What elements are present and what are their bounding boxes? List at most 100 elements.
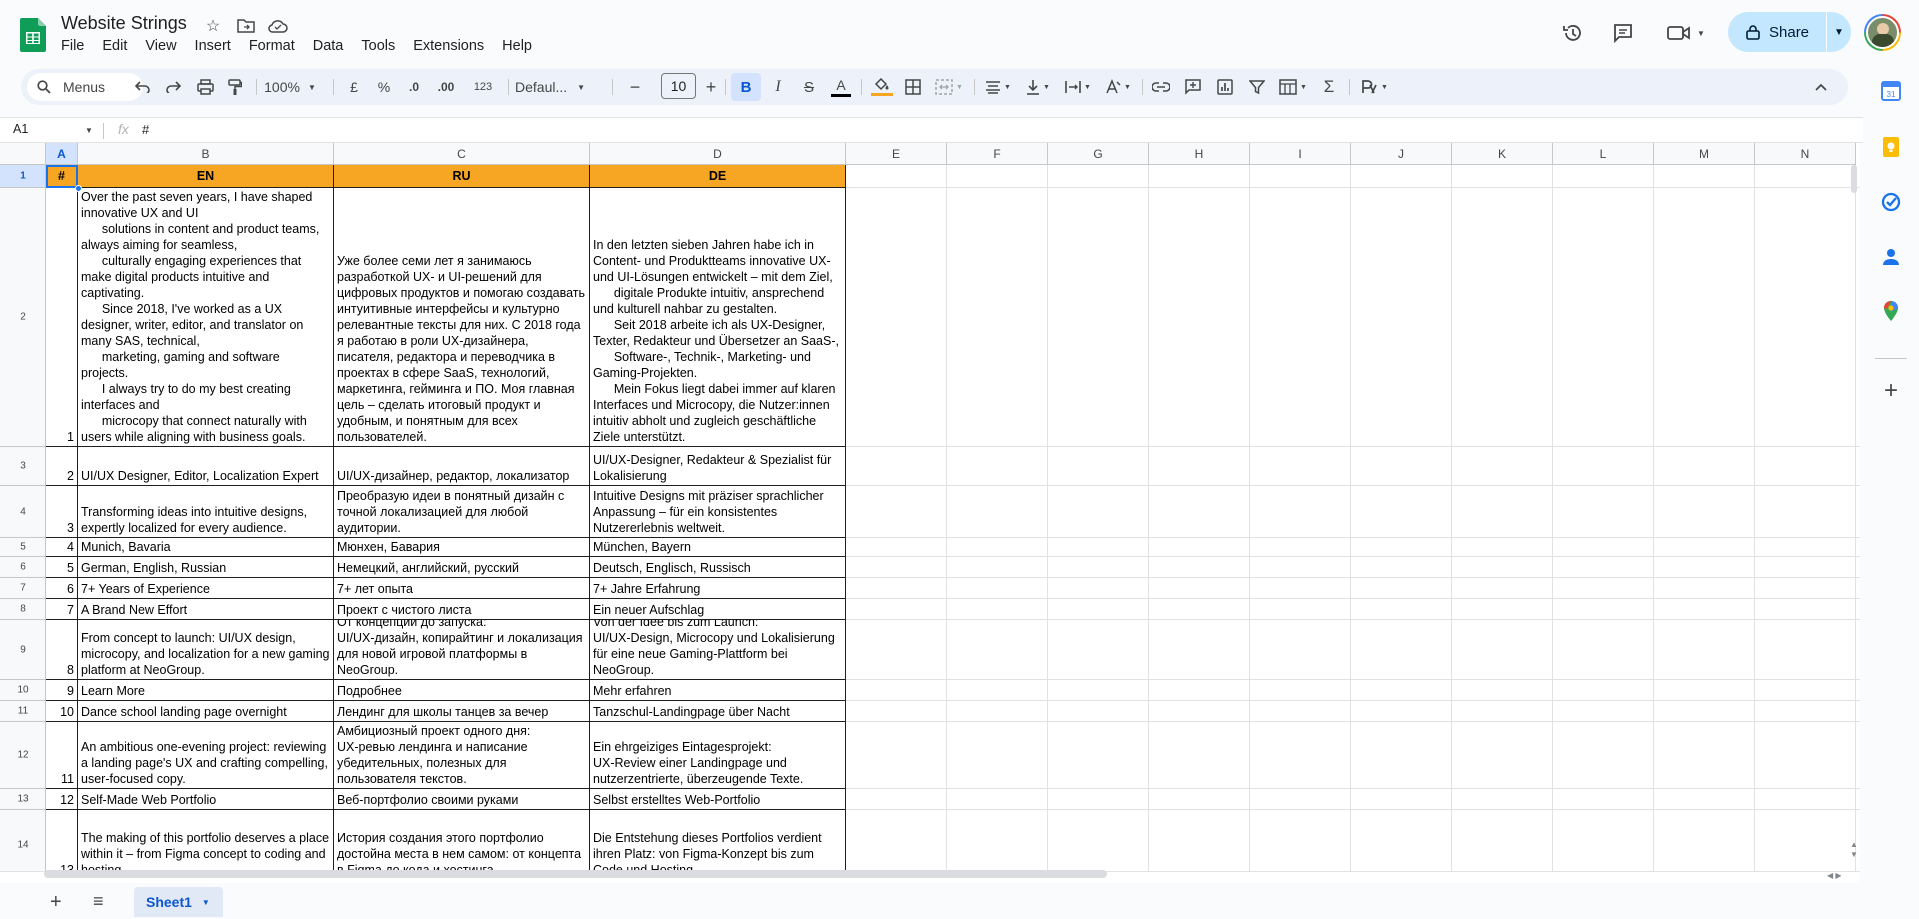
menu-edit[interactable]: Edit <box>93 36 136 58</box>
row-header-11[interactable]: 11 <box>0 701 46 722</box>
filter-views-icon[interactable]: ▼ <box>1275 75 1311 99</box>
column-header-g[interactable]: G <box>1048 143 1149 165</box>
cell-de-8[interactable]: Ein neuer Aufschlag <box>590 599 846 620</box>
insert-link-icon[interactable] <box>1149 75 1173 99</box>
row-header-1[interactable]: 1 <box>0 165 46 188</box>
menu-data[interactable]: Data <box>304 36 353 58</box>
cell-a-9[interactable]: 8 <box>46 620 78 680</box>
decrease-decimal-button[interactable]: .0 <box>401 75 427 99</box>
text-rotation-icon[interactable]: ▼ <box>1101 75 1135 99</box>
all-sheets-icon[interactable]: ≡ <box>93 891 104 912</box>
cell-ru-4[interactable]: Преобразую идеи в понятный дизайн с точн… <box>334 486 590 538</box>
share-button[interactable]: Share ▼ <box>1728 12 1851 52</box>
cell-a-12[interactable]: 11 <box>46 722 78 789</box>
row-header-2[interactable]: 2 <box>0 188 46 447</box>
cell-ru-5[interactable]: Мюнхен, Бавария <box>334 538 590 557</box>
cell-en-6[interactable]: German, English, Russian <box>78 557 334 578</box>
cell-ru-7[interactable]: 7+ лет опыта <box>334 578 590 599</box>
cell-a-14[interactable]: 13 <box>46 810 78 871</box>
cell-de-7[interactable]: 7+ Jahre Erfahrung <box>590 578 846 599</box>
column-header-h[interactable]: H <box>1149 143 1250 165</box>
column-header-i[interactable]: I <box>1250 143 1351 165</box>
more-formats-button[interactable]: 123 <box>469 75 497 99</box>
calendar-icon[interactable]: 31 <box>1879 79 1903 103</box>
cell-en-11[interactable]: Dance school landing page overnight <box>78 701 334 722</box>
menu-help[interactable]: Help <box>493 36 541 58</box>
contacts-icon[interactable] <box>1879 245 1903 269</box>
increase-decimal-button[interactable]: .00 <box>431 75 461 99</box>
cell-de-6[interactable]: Deutsch, Englisch, Russisch <box>590 557 846 578</box>
row-header-8[interactable]: 8 <box>0 599 46 620</box>
header-cell-a-1[interactable]: # <box>46 165 78 188</box>
header-cell-de-1[interactable]: DE <box>590 165 846 188</box>
font-size-input[interactable]: 10 <box>661 73 696 99</box>
cell-de-2[interactable]: In den letzten sieben Jahren habe ich in… <box>590 188 846 447</box>
row-header-6[interactable]: 6 <box>0 557 46 578</box>
cell-a-7[interactable]: 6 <box>46 578 78 599</box>
cell-en-13[interactable]: Self-Made Web Portfolio <box>78 789 334 810</box>
cell-ru-6[interactable]: Немецкий, английский, русский <box>334 557 590 578</box>
row-header-12[interactable]: 12 <box>0 722 46 789</box>
horizontal-scroll-arrows[interactable]: ◀ ▶ <box>1827 871 1842 880</box>
print-icon[interactable] <box>193 75 217 99</box>
column-header-d[interactable]: D <box>590 143 846 165</box>
star-icon[interactable]: ☆ <box>203 16 223 36</box>
sheet-tab-dropdown-icon[interactable]: ▼ <box>202 898 210 907</box>
cell-de-14[interactable]: Die Entstehung dieses Portfolios verdien… <box>590 810 846 871</box>
vertical-scroll-arrows[interactable]: ▲ ▼ <box>1850 840 1858 860</box>
menu-insert[interactable]: Insert <box>186 36 240 58</box>
undo-icon[interactable] <box>131 75 155 99</box>
cell-ru-3[interactable]: UI/UX-дизайнер, редактор, локализатор <box>334 447 590 486</box>
column-header-n[interactable]: N <box>1755 143 1856 165</box>
cell-en-10[interactable]: Learn More <box>78 680 334 701</box>
vertical-scrollbar[interactable] <box>1851 165 1857 193</box>
filter-icon[interactable] <box>1245 75 1269 99</box>
menu-file[interactable]: File <box>52 36 93 58</box>
sheets-logo-icon[interactable] <box>20 18 46 52</box>
functions-icon[interactable]: Σ <box>1317 75 1341 99</box>
column-header-e[interactable]: E <box>846 143 947 165</box>
cell-en-4[interactable]: Transforming ideas into intuitive design… <box>78 486 334 538</box>
collapse-toolbar-icon[interactable] <box>1809 75 1833 99</box>
cell-de-11[interactable]: Tanzschul-Landingpage über Nacht <box>590 701 846 722</box>
column-header-c[interactable]: C <box>334 143 590 165</box>
cell-en-5[interactable]: Munich, Bavaria <box>78 538 334 557</box>
name-box[interactable]: A1 <box>13 122 28 136</box>
cell-a-11[interactable]: 10 <box>46 701 78 722</box>
get-addons-icon[interactable]: + <box>1879 377 1903 404</box>
cell-ru-8[interactable]: Проект с чистого листа <box>334 599 590 620</box>
cell-en-12[interactable]: An ambitious one-evening project: review… <box>78 722 334 789</box>
cell-en-9[interactable]: From concept to launch: UI/UX design, mi… <box>78 620 334 680</box>
zoom-select[interactable]: 100% ▼ <box>261 75 319 99</box>
menu-view[interactable]: View <box>136 36 185 58</box>
percent-format-button[interactable]: % <box>373 75 395 99</box>
insert-comment-icon[interactable] <box>1181 75 1205 99</box>
header-cell-ru-1[interactable]: RU <box>334 165 590 188</box>
column-header-a[interactable]: A <box>46 143 78 165</box>
column-header-j[interactable]: J <box>1351 143 1452 165</box>
row-header-5[interactable]: 5 <box>0 538 46 557</box>
input-tools-icon[interactable]: ▼ <box>1355 75 1393 99</box>
cell-ru-14[interactable]: История создания этого портфолио достойн… <box>334 810 590 871</box>
share-main[interactable]: Share <box>1728 12 1826 52</box>
column-header-f[interactable]: F <box>947 143 1048 165</box>
cell-ru-13[interactable]: Веб-портфолио своими руками <box>334 789 590 810</box>
spreadsheet-grid[interactable]: A B C D E F G H I J K L M N 1 # EN RU DE 2 1 Over the past se… <box>0 143 1860 871</box>
merge-cells-icon[interactable]: ▼ <box>931 75 967 99</box>
cell-de-5[interactable]: München, Bayern <box>590 538 846 557</box>
cell-de-10[interactable]: Mehr erfahren <box>590 680 846 701</box>
move-folder-icon[interactable] <box>236 16 256 36</box>
row-header-4[interactable]: 4 <box>0 486 46 538</box>
row-header-14[interactable]: 14 <box>0 810 46 871</box>
row-header-10[interactable]: 10 <box>0 680 46 701</box>
cell-de-9[interactable]: Von der Idee bis zum Launch: UI/UX-Desig… <box>590 620 846 680</box>
strikethrough-button[interactable]: S <box>797 75 821 99</box>
redo-icon[interactable] <box>161 75 185 99</box>
menu-tools[interactable]: Tools <box>352 36 404 58</box>
vertical-align-icon[interactable]: ▼ <box>1021 75 1055 99</box>
column-header-l[interactable]: L <box>1553 143 1654 165</box>
cell-en-8[interactable]: A Brand New Effort <box>78 599 334 620</box>
italic-button[interactable]: I <box>766 75 790 99</box>
borders-icon[interactable] <box>901 75 925 99</box>
row-header-9[interactable]: 9 <box>0 620 46 680</box>
